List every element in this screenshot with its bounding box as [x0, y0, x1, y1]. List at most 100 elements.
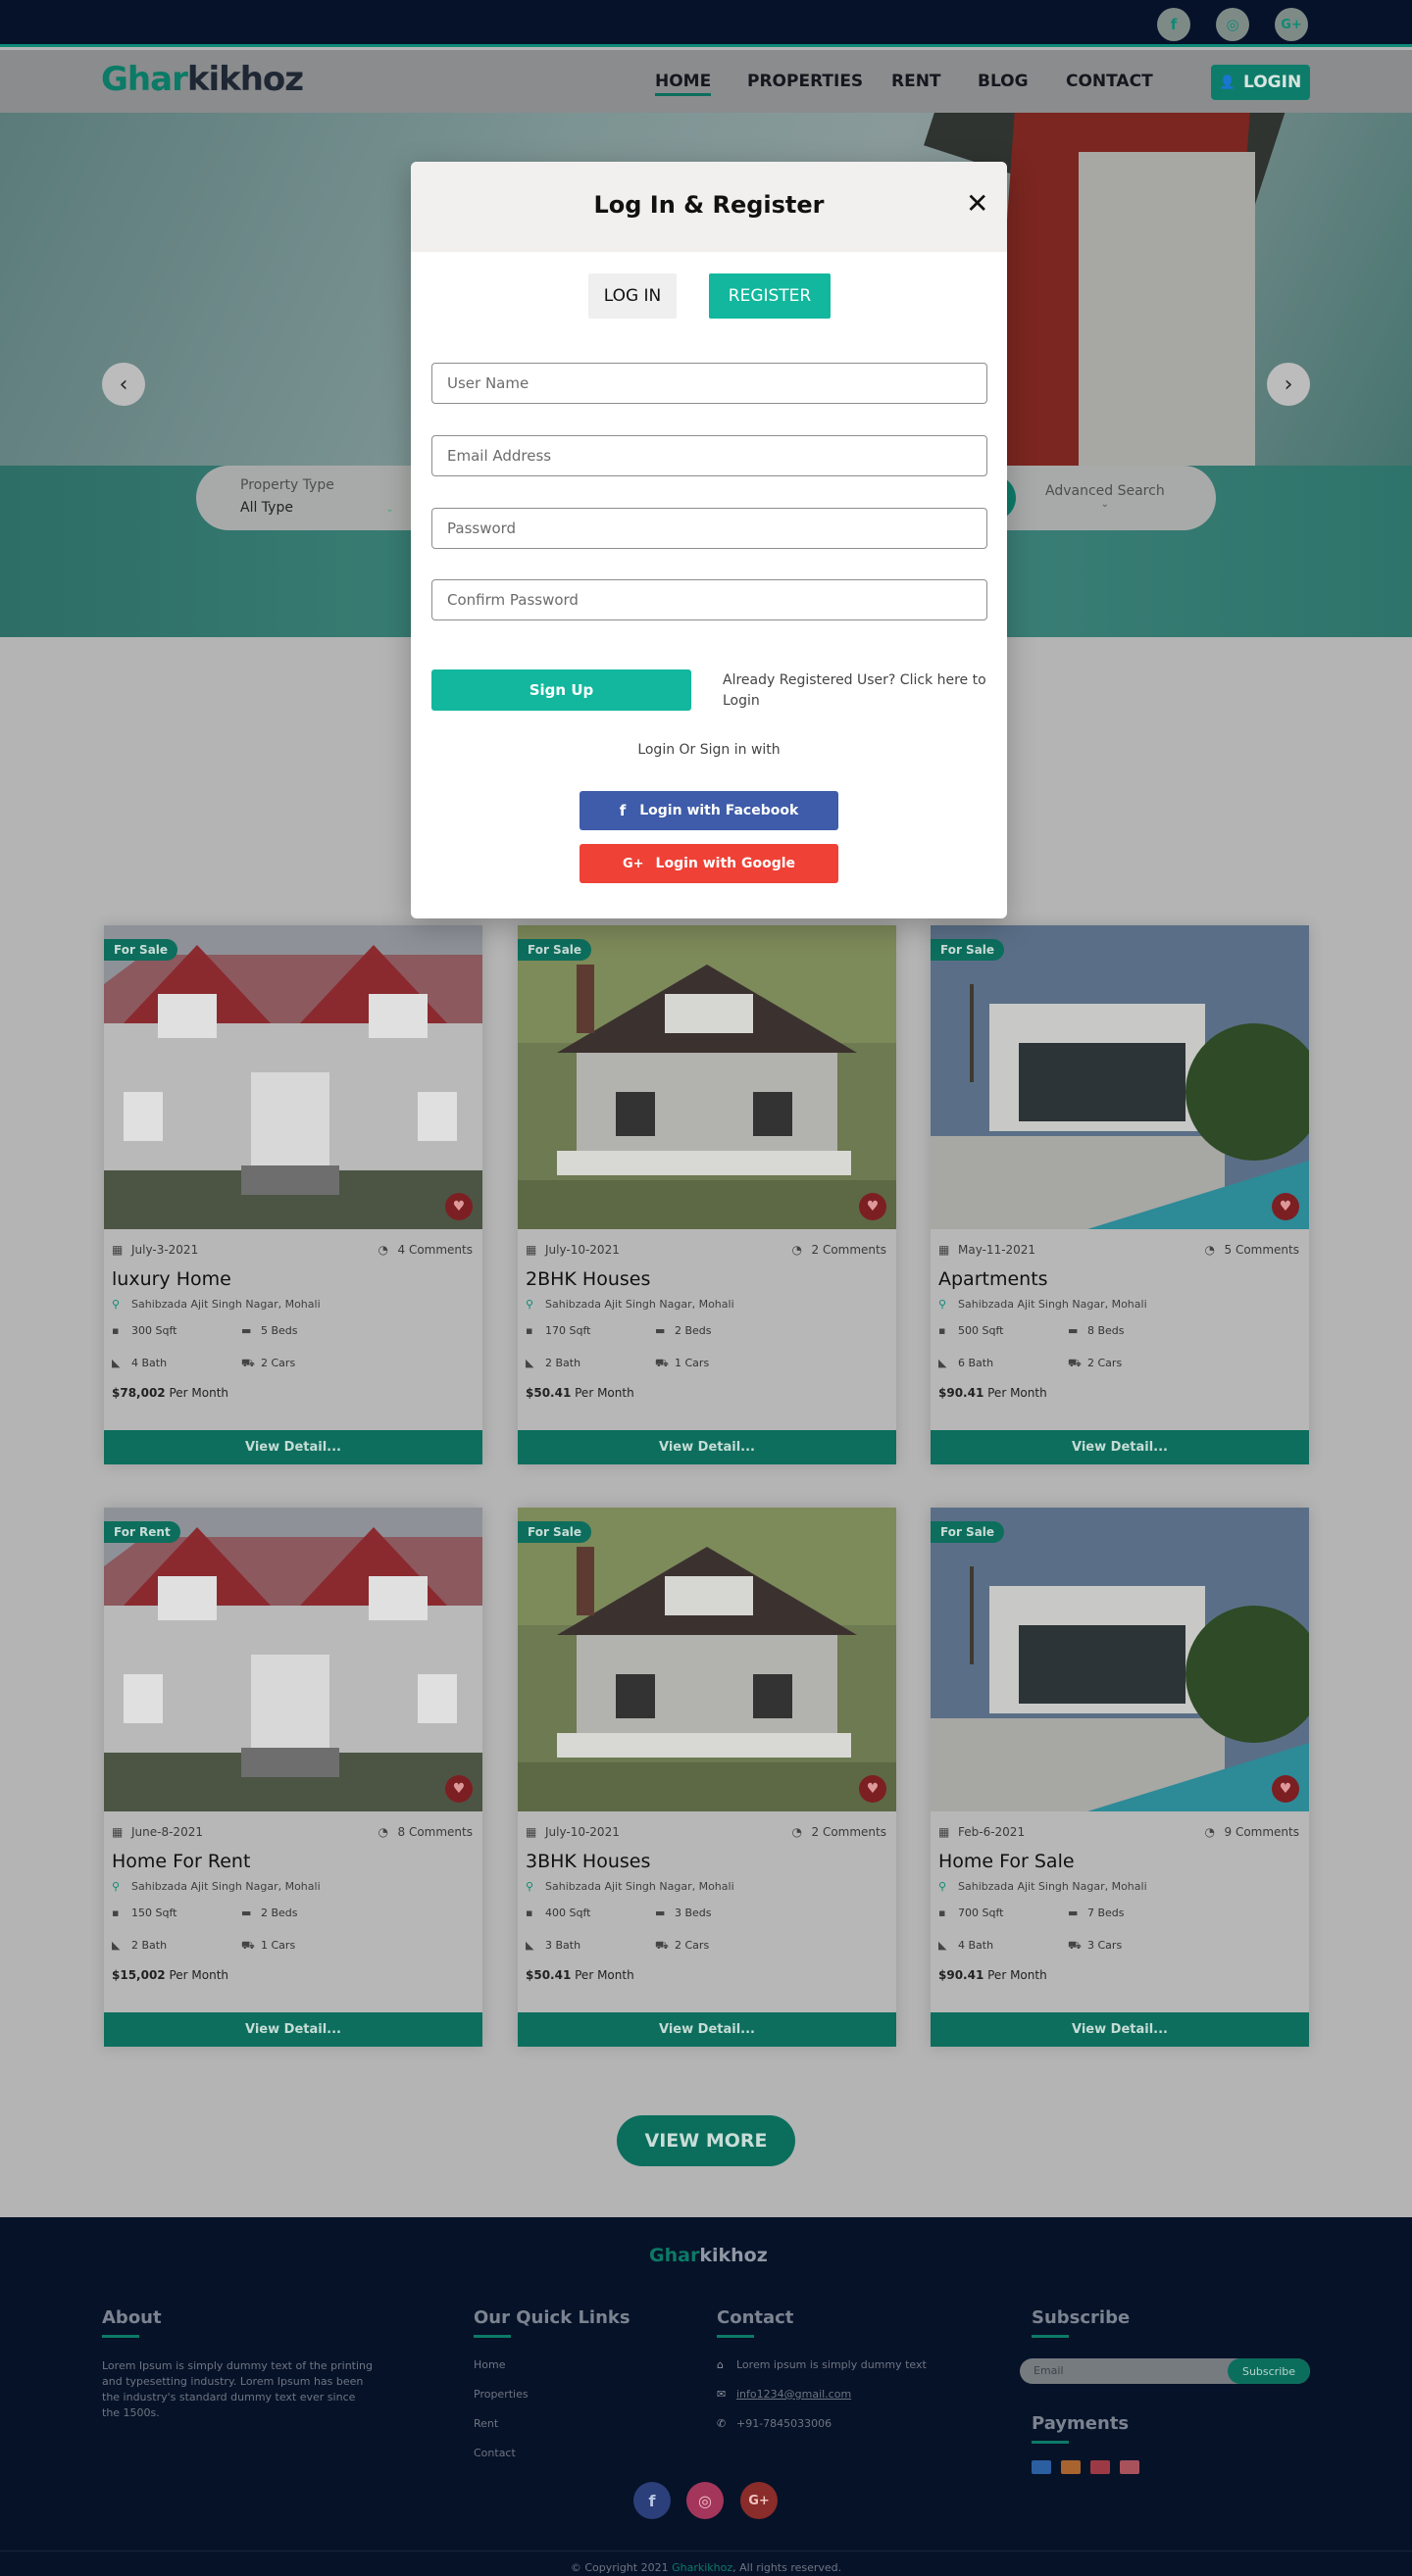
footer-phone[interactable]: ✆ +91-7845033006: [717, 2417, 832, 2430]
view-detail-button[interactable]: View Detail...: [931, 1430, 1309, 1464]
listing-comments[interactable]: ◔ 2 Comments: [792, 1825, 887, 1839]
tab-register[interactable]: REGISTER: [709, 273, 831, 319]
password-input[interactable]: [431, 508, 987, 549]
nav-properties[interactable]: PROPERTIES: [747, 72, 863, 91]
location-pin-icon: ⚲: [938, 1880, 947, 1893]
login-facebook-button[interactable]: f Login with Facebook: [580, 791, 838, 830]
calendar-icon: ▦: [938, 1825, 950, 1839]
chevron-left-icon[interactable]: ‹: [102, 363, 145, 406]
property-image[interactable]: [518, 1508, 896, 1811]
email-input[interactable]: [431, 435, 987, 476]
copyright-brand[interactable]: Gharkikhoz: [672, 2561, 732, 2574]
view-detail-button[interactable]: View Detail...: [104, 1430, 482, 1464]
nav-blog[interactable]: BLOG: [978, 72, 1029, 91]
bath-icon: ◣: [938, 1357, 947, 1369]
listing-beds: ▬ 2 Beds: [241, 1907, 298, 1919]
facebook-icon[interactable]: f: [633, 2482, 671, 2519]
property-image[interactable]: [931, 925, 1309, 1229]
bath-icon: ◣: [112, 1939, 121, 1952]
view-detail-button[interactable]: View Detail...: [518, 2012, 896, 2047]
login-button[interactable]: 👤 LOGIN: [1211, 65, 1310, 100]
location-pin-icon: ⚲: [526, 1880, 534, 1893]
property-image[interactable]: [104, 1508, 482, 1811]
car-icon: ⛟: [241, 1939, 255, 1952]
listing-bath: ◣ 4 Bath: [938, 1939, 994, 1952]
advanced-search-toggle[interactable]: Advanced Search ⌄: [1045, 483, 1165, 510]
footer-logo-rest: kikhoz: [699, 2245, 768, 2266]
listing-comments[interactable]: ◔ 8 Comments: [378, 1825, 474, 1839]
listing-comments[interactable]: ◔ 9 Comments: [1205, 1825, 1300, 1839]
car-icon: ⛟: [1068, 1939, 1082, 1952]
amex-card-icon: [1090, 2460, 1110, 2474]
bath-icon: ◣: [526, 1357, 534, 1369]
footer-link-contact[interactable]: Contact: [474, 2447, 516, 2459]
logo-rest: kikhoz: [186, 60, 304, 99]
sign-up-button[interactable]: Sign Up: [431, 669, 691, 711]
listing-comments[interactable]: ◔ 2 Comments: [792, 1243, 887, 1257]
google-plus-icon[interactable]: G+: [740, 2482, 778, 2519]
confirm-password-input[interactable]: [431, 579, 987, 620]
subscribe-button[interactable]: Subscribe: [1228, 2358, 1310, 2384]
property-card[interactable]: For Sale ♥ ▦ July-10-2021 ◔ 2 Comments 3BH…: [518, 1508, 896, 2047]
calendar-icon: ▦: [526, 1825, 537, 1839]
listing-badge: For Sale: [518, 939, 592, 961]
listing-date: ▦ July-3-2021: [112, 1243, 199, 1257]
view-detail-button[interactable]: View Detail...: [104, 2012, 482, 2047]
google-plus-icon[interactable]: G+: [1275, 8, 1308, 41]
listing-comments[interactable]: ◔ 4 Comments: [378, 1243, 474, 1257]
property-card[interactable]: For Rent ♥ ▦ June-8-2021 ◔ 8 Comments Home…: [104, 1508, 482, 2047]
listing-title[interactable]: Home For Sale: [938, 1851, 1075, 1872]
listing-title[interactable]: 2BHK Houses: [526, 1268, 650, 1290]
listing-badge: For Sale: [931, 939, 1005, 961]
property-image[interactable]: [104, 925, 482, 1229]
site-logo[interactable]: Ghar kikhoz: [101, 60, 304, 99]
heart-icon[interactable]: ♥: [1272, 1193, 1299, 1220]
listing-title[interactable]: 3BHK Houses: [526, 1851, 650, 1872]
footer-link-properties[interactable]: Properties: [474, 2388, 529, 2401]
footer-logo[interactable]: Gharkikhoz: [649, 2245, 768, 2266]
listing-title[interactable]: Apartments: [938, 1268, 1048, 1290]
property-card[interactable]: For Sale ♥ ▦ July-3-2021 ◔ 4 Comments luxu…: [104, 925, 482, 1464]
property-image[interactable]: [518, 925, 896, 1229]
tab-log-in[interactable]: LOG IN: [588, 273, 677, 319]
footer-link-rent[interactable]: Rent: [474, 2417, 498, 2430]
view-more-button[interactable]: VIEW MORE: [617, 2115, 795, 2166]
comment-icon: ◔: [791, 1243, 802, 1257]
nav-contact[interactable]: CONTACT: [1066, 72, 1153, 91]
facebook-icon[interactable]: f: [1157, 8, 1190, 41]
nav-rent[interactable]: RENT: [891, 72, 941, 91]
footer-link-home[interactable]: Home: [474, 2358, 505, 2371]
heart-icon[interactable]: ♥: [859, 1193, 886, 1220]
property-card[interactable]: For Sale ♥ ▦ May-11-2021 ◔ 5 Comments Apar…: [931, 925, 1309, 1464]
comment-icon: ◔: [791, 1825, 802, 1839]
username-input[interactable]: [431, 363, 987, 404]
subscribe-email-input[interactable]: Email: [1034, 2364, 1064, 2377]
property-type-select[interactable]: All Type ⌄: [240, 500, 394, 516]
property-card[interactable]: For Sale ♥ ▦ July-10-2021 ◔ 2 Comments 2BH…: [518, 925, 896, 1464]
login-google-button[interactable]: G+ Login with Google: [580, 844, 838, 883]
property-card[interactable]: For Sale ♥ ▦ Feb-6-2021 ◔ 9 Comments Home …: [931, 1508, 1309, 2047]
bed-icon: ▬: [1068, 1324, 1079, 1337]
view-detail-button[interactable]: View Detail...: [518, 1430, 896, 1464]
top-bar: f ◎ G+: [0, 0, 1412, 47]
heart-icon[interactable]: ♥: [1272, 1775, 1299, 1803]
view-detail-button[interactable]: View Detail...: [931, 2012, 1309, 2047]
footer-email[interactable]: ✉ info1234@gmail.com: [717, 2388, 851, 2401]
listing-comments[interactable]: ◔ 5 Comments: [1205, 1243, 1300, 1257]
home-icon: ⌂: [717, 2358, 724, 2371]
nav-home[interactable]: HOME: [655, 72, 712, 96]
instagram-icon[interactable]: ◎: [1216, 8, 1249, 41]
heart-icon[interactable]: ♥: [445, 1775, 473, 1803]
car-icon: ⛟: [655, 1939, 669, 1952]
listing-date: ▦ July-10-2021: [526, 1825, 620, 1839]
chevron-right-icon[interactable]: ›: [1267, 363, 1310, 406]
close-icon[interactable]: ✕: [966, 187, 988, 220]
listing-title[interactable]: luxury Home: [112, 1268, 231, 1290]
instagram-icon[interactable]: ◎: [686, 2482, 724, 2519]
listing-address: ⚲ Sahibzada Ajit Singh Nagar, Mohali: [112, 1880, 321, 1893]
listing-title[interactable]: Home For Rent: [112, 1851, 250, 1872]
property-image[interactable]: [931, 1508, 1309, 1811]
heart-icon[interactable]: ♥: [445, 1193, 473, 1220]
login-link[interactable]: Already Registered User? Click here to L…: [723, 670, 987, 712]
heart-icon[interactable]: ♥: [859, 1775, 886, 1803]
